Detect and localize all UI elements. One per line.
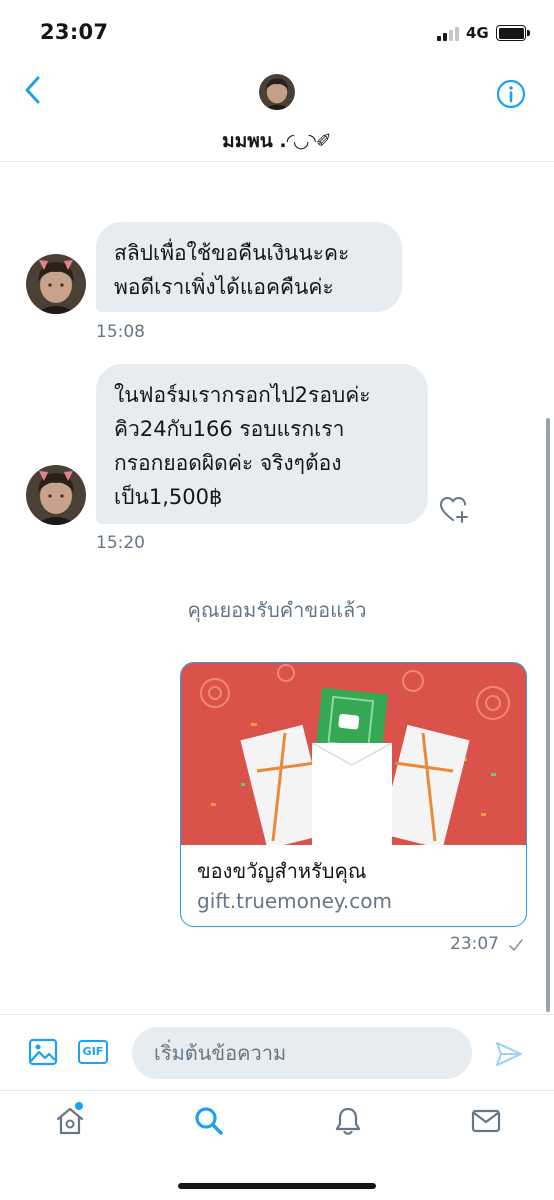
bell-icon: [335, 1107, 361, 1135]
contact-name[interactable]: มมพน .◜◡◝✐: [0, 126, 554, 156]
message-time: 15:08: [96, 322, 145, 342]
tab-search[interactable]: [193, 1105, 225, 1137]
back-button[interactable]: [18, 72, 48, 108]
mail-icon: [471, 1109, 501, 1133]
notification-dot: [75, 1102, 83, 1110]
message-time: 23:07: [450, 934, 499, 954]
tab-home[interactable]: [54, 1105, 86, 1137]
tab-messages[interactable]: [470, 1105, 502, 1137]
scrollbar[interactable]: [546, 418, 550, 1012]
request-accepted-notice: คุณยอมรับคำขอแล้ว: [187, 598, 367, 622]
message-composer: GIF: [0, 1014, 554, 1090]
conversation-header: มมพน .◜◡◝✐: [0, 62, 554, 162]
gif-button[interactable]: GIF: [78, 1040, 108, 1064]
send-icon: [496, 1042, 522, 1066]
status-bar: 23:07 4G: [0, 0, 554, 62]
message-time: 15:20: [96, 533, 145, 553]
heart-plus-icon: [439, 496, 468, 523]
message-line: ในฟอร์มเรากรอกไป2รอบค่ะ: [114, 383, 371, 407]
message-line: พอดีเราเพิ่งได้แอคคืนค่ะ: [114, 275, 334, 299]
contact-avatar[interactable]: [259, 74, 295, 110]
message-line: กรอกยอดผิดค่ะ จริงๆต้อง: [114, 451, 342, 475]
link-preview-card[interactable]: ของขวัญสำหรับคุณ gift.truemoney.com: [180, 662, 527, 927]
signal-icon: [437, 27, 463, 41]
sender-avatar[interactable]: [26, 465, 86, 525]
tab-notifications[interactable]: [332, 1105, 364, 1137]
image-icon: [28, 1038, 58, 1066]
message-line: คิว24กับ166 รอบแรกเรา: [114, 417, 345, 441]
status-time: 23:07: [40, 20, 109, 44]
info-icon: [496, 79, 526, 109]
battery-icon: [496, 25, 530, 41]
card-domain: gift.truemoney.com: [197, 889, 392, 913]
message-line: เป็น1,500฿: [114, 485, 223, 509]
message-input[interactable]: [132, 1027, 472, 1079]
send-button[interactable]: [494, 1039, 524, 1069]
media-button[interactable]: [28, 1037, 58, 1067]
info-button[interactable]: [496, 79, 526, 109]
message-bubble[interactable]: ในฟอร์มเรากรอกไป2รอบค่ะ คิว24กับ166 รอบแ…: [96, 364, 428, 524]
network-label: 4G: [466, 24, 489, 42]
check-icon: [509, 939, 523, 951]
message-line: สลิปเพื่อใช้ขอคืนเงินนะคะ: [114, 241, 350, 265]
sender-avatar[interactable]: [26, 254, 86, 314]
gift-card-image: [181, 663, 526, 850]
search-icon: [195, 1107, 223, 1135]
home-icon: [56, 1107, 84, 1135]
chevron-left-icon: [25, 76, 40, 104]
home-indicator[interactable]: [178, 1183, 376, 1189]
add-reaction-button[interactable]: [438, 494, 472, 526]
message-bubble[interactable]: สลิปเพื่อใช้ขอคืนเงินนะคะ พอดีเราเพิ่งได…: [96, 222, 402, 312]
tab-bar: [0, 1090, 554, 1200]
card-title: ของขวัญสำหรับคุณ: [197, 859, 367, 883]
